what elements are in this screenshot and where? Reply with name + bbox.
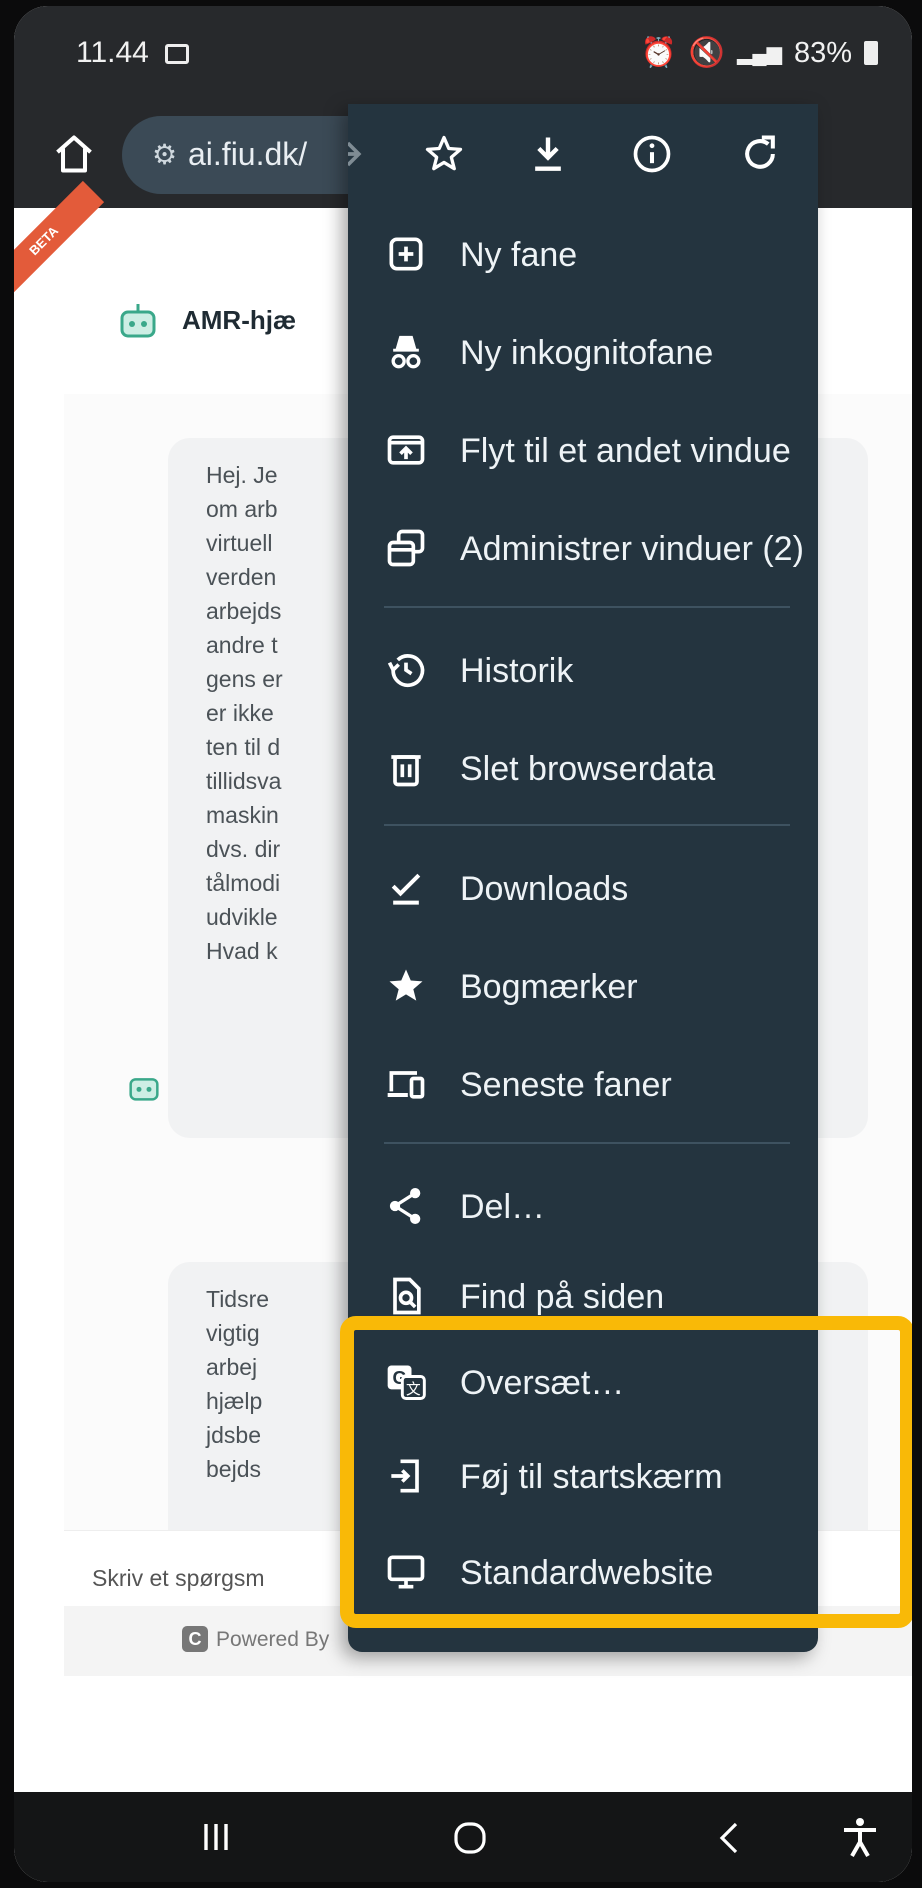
trash-icon (384, 746, 428, 790)
mute-icon: 🔇 (688, 37, 726, 69)
manage-windows-icon (384, 526, 428, 570)
home-button-icon[interactable] (452, 1820, 488, 1856)
menu-item-label: Flyt til et andet vindue (460, 432, 791, 470)
menu-item-translate[interactable]: G文 Oversæt… (348, 1336, 818, 1432)
recent-apps-icon[interactable] (198, 1820, 234, 1854)
site-settings-icon[interactable]: ⚙ (152, 138, 177, 171)
menu-item-label: Standardwebsite (460, 1554, 714, 1592)
menu-item-label: Bogmærker (460, 968, 638, 1006)
menu-item-move-window[interactable]: Flyt til et andet vindue (348, 404, 818, 500)
url-text: ai.fiu.dk/ (188, 136, 308, 172)
clock: 11.44 (76, 36, 149, 69)
powered-by-text[interactable]: Powered By (216, 1628, 329, 1652)
menu-item-label: Føj til startskærm (460, 1458, 723, 1496)
menu-divider (384, 606, 790, 608)
menu-item-new-tab[interactable]: Ny fane (348, 208, 818, 304)
menu-item-clear-browsing-data[interactable]: Slet browserdata (348, 722, 818, 818)
new-tab-icon (384, 232, 428, 276)
share-icon (384, 1184, 428, 1228)
menu-item-label: Ny inkognitofane (460, 334, 714, 372)
menu-item-desktop-site[interactable]: Standardwebsite (348, 1526, 818, 1622)
chatbot-title: AMR-hjæ (182, 304, 297, 335)
status-indicators: ⏰ 🔇 ▂▄▆ 83% (641, 36, 878, 70)
battery-icon (864, 41, 878, 65)
menu-item-label: Administrer vinduer (2) (460, 530, 804, 568)
back-icon[interactable] (714, 1820, 744, 1856)
chat-input-placeholder: Skriv et spørgsm (92, 1565, 265, 1591)
browser-overflow-menu: Ny fane Ny inkognitofane Flyt til et and… (348, 104, 818, 1652)
signal-icon: ▂▄▆ (737, 42, 782, 65)
menu-item-label: Oversæt… (460, 1364, 625, 1402)
menu-item-label: Seneste faner (460, 1066, 672, 1104)
menu-item-bookmarks[interactable]: Bogmærker (348, 940, 818, 1036)
menu-item-label: Del… (460, 1188, 546, 1226)
history-icon (384, 648, 428, 692)
menu-item-recent-tabs[interactable]: Seneste faner (348, 1038, 818, 1134)
menu-item-find-in-page[interactable]: Find på siden (348, 1250, 818, 1346)
menu-item-history[interactable]: Historik (348, 624, 818, 720)
translate-icon: G文 (384, 1360, 428, 1404)
download-icon[interactable] (526, 132, 570, 176)
robot-avatar-icon (120, 304, 156, 338)
alarm-icon: ⏰ (640, 37, 677, 69)
battery-level: 83% (793, 36, 852, 69)
menu-item-label: Historik (460, 652, 574, 690)
reload-icon[interactable] (738, 132, 782, 176)
incognito-icon (384, 330, 428, 374)
chatbase-logo-icon: C (182, 1626, 208, 1652)
menu-item-downloads[interactable]: Downloads (348, 842, 818, 938)
move-window-icon (384, 428, 428, 472)
phone-screen: 11.44 ⏰ 🔇 ▂▄▆ 83% ⚙ ai.fiu.dk/ BETA AMR-… (14, 6, 912, 1882)
svg-text:文: 文 (406, 1381, 421, 1398)
menu-item-label: Find på siden (460, 1278, 665, 1316)
info-icon[interactable] (630, 132, 674, 176)
status-bar: 11.44 ⏰ 🔇 ▂▄▆ 83% (14, 6, 912, 104)
robot-avatar-icon (129, 1078, 159, 1101)
menu-item-share[interactable]: Del… (348, 1160, 818, 1256)
downloads-check-icon (384, 866, 428, 910)
menu-item-add-to-home-screen[interactable]: Føj til startskærm (348, 1430, 818, 1526)
bookmark-star-icon (384, 964, 428, 1008)
menu-divider (384, 824, 790, 826)
add-to-home-icon (384, 1454, 428, 1498)
devices-icon (384, 1062, 428, 1106)
android-nav-bar (14, 1792, 912, 1882)
desktop-icon (384, 1550, 428, 1594)
menu-divider (384, 1142, 790, 1144)
status-time: 11.44 (76, 36, 190, 70)
find-in-page-icon (384, 1274, 428, 1318)
forward-icon[interactable] (348, 132, 368, 176)
home-icon[interactable] (52, 132, 96, 176)
star-icon[interactable] (422, 132, 466, 176)
menu-item-label: Downloads (460, 870, 629, 908)
gallery-icon (165, 44, 190, 64)
chatbot-header: AMR-hjæ (114, 296, 296, 344)
menu-action-row (348, 104, 818, 208)
menu-item-new-incognito-tab[interactable]: Ny inkognitofane (348, 306, 818, 402)
menu-item-label: Slet browserdata (460, 750, 716, 788)
menu-item-label: Ny fane (460, 236, 578, 274)
menu-item-manage-windows[interactable]: Administrer vinduer (2) (348, 502, 818, 598)
accessibility-icon[interactable] (840, 1816, 880, 1858)
